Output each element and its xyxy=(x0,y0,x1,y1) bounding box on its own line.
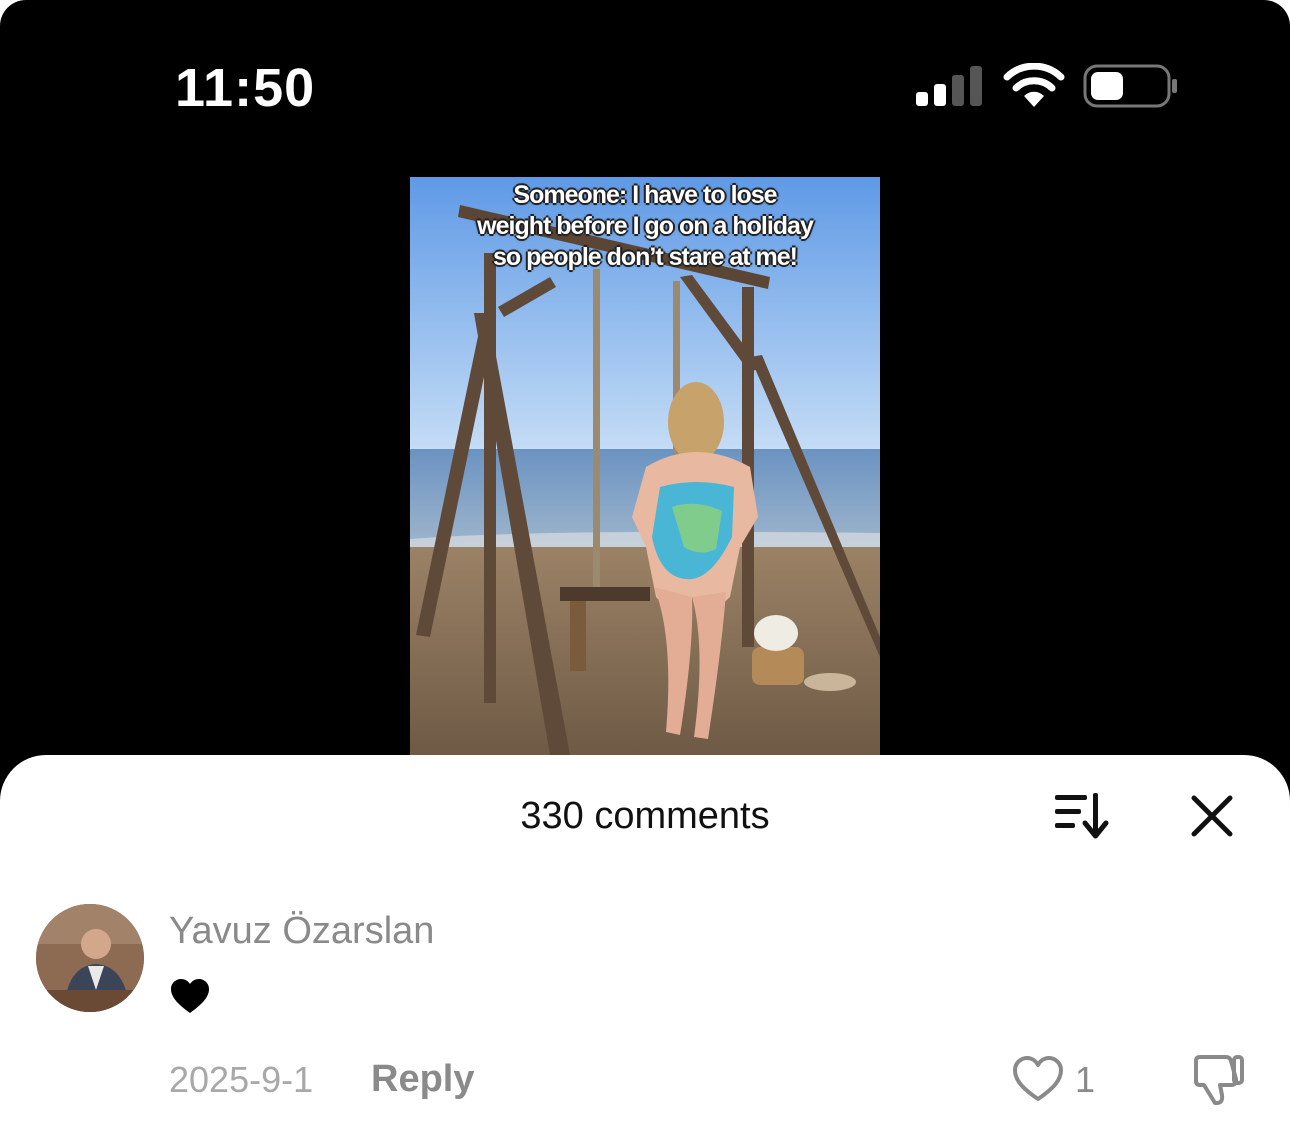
comment-date: 2025-9-1 xyxy=(169,1059,314,1100)
heart-icon[interactable] xyxy=(1012,1055,1064,1103)
avatar-image xyxy=(36,904,144,1012)
video-player[interactable]: Someone: I have to lose weight before I … xyxy=(410,177,880,755)
status-time: 11:50 xyxy=(175,58,316,118)
like-count: 1 xyxy=(1075,1059,1096,1100)
video-caption: Someone: I have to lose weight before I … xyxy=(477,181,814,271)
thumbs-down-icon[interactable] xyxy=(1190,1053,1246,1107)
avatar[interactable] xyxy=(36,904,144,1012)
black-heart-icon xyxy=(171,979,209,1013)
wifi-icon xyxy=(1003,63,1065,107)
comment-username[interactable]: Yavuz Özarslan xyxy=(169,909,434,953)
battery-icon xyxy=(1083,64,1177,108)
close-icon[interactable] xyxy=(1190,794,1234,838)
reply-button[interactable]: Reply xyxy=(371,1056,474,1102)
cellular-signal-icon xyxy=(916,66,982,106)
sort-icon[interactable] xyxy=(1053,791,1109,839)
